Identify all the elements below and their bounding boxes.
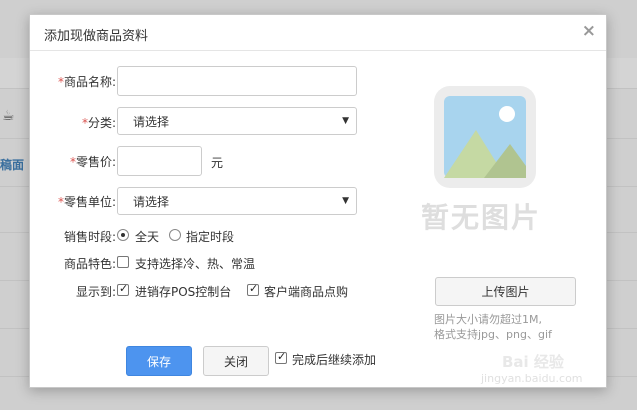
product-name-input[interactable] [117,66,357,96]
price-label: *零售价: [69,155,116,169]
dialog-title: 添加现做商品资料 [44,29,149,44]
continue-add-label: 完成后继续添加 [292,353,377,367]
watermark-logo: Bai 经验 [502,353,564,371]
product-name-label: *商品名称: [57,75,116,89]
add-product-dialog: 添加现做商品资料 × *商品名称: *分类: 请选择 ▼ *零售价: 元 *零售… [29,14,607,388]
close-icon[interactable]: × [582,22,596,40]
radio-all-day[interactable] [117,229,129,241]
category-label: *分类: [81,116,116,130]
upload-hint-format: 格式支持jpg、png、gif [434,328,552,341]
sale-unit-select[interactable]: 请选择 ▼ [117,187,357,215]
feature-checkbox[interactable] [117,256,129,268]
feature-label: 商品特色: [63,257,116,271]
sale-time-label: 销售时段: [63,230,116,244]
no-image-text: 暂无图片 [421,201,542,234]
price-input[interactable] [117,146,202,176]
display-to-label: 显示到: [75,285,116,299]
price-unit: 元 [211,156,224,170]
category-select[interactable]: 请选择 ▼ [117,107,357,135]
close-button[interactable]: 关闭 [203,346,269,376]
sale-unit-select-value: 请选择 [133,194,170,209]
continue-add-checkbox[interactable] [275,350,287,364]
radio-specified-time[interactable] [169,229,181,241]
category-select-value: 请选择 [133,114,170,129]
upload-hint-size: 图片大小请勿超过1M, [434,313,542,326]
display-pos-checkbox[interactable] [117,282,129,296]
radio-all-day-label: 全天 [135,230,160,244]
background-link: 稿面 [0,158,25,172]
cup-icon: ☕ [2,108,15,124]
dialog-header: 添加现做商品资料 × [30,15,606,51]
upload-image-button[interactable]: 上传图片 [435,277,576,306]
display-pos-label: 进销存POS控制台 [135,285,232,299]
feature-checkbox-label: 支持选择冷、热、常温 [135,257,256,271]
radio-specified-time-label: 指定时段 [186,230,235,244]
save-button[interactable]: 保存 [126,346,192,376]
dropdown-arrow-icon: ▼ [342,116,349,126]
sale-unit-label: *零售单位: [57,195,116,209]
display-client-checkbox[interactable] [247,282,259,296]
watermark-url: jingyan.baidu.com [481,372,583,385]
image-placeholder-icon [434,86,536,188]
dropdown-arrow-icon: ▼ [342,196,349,206]
display-client-label: 客户端商品点购 [264,285,349,299]
